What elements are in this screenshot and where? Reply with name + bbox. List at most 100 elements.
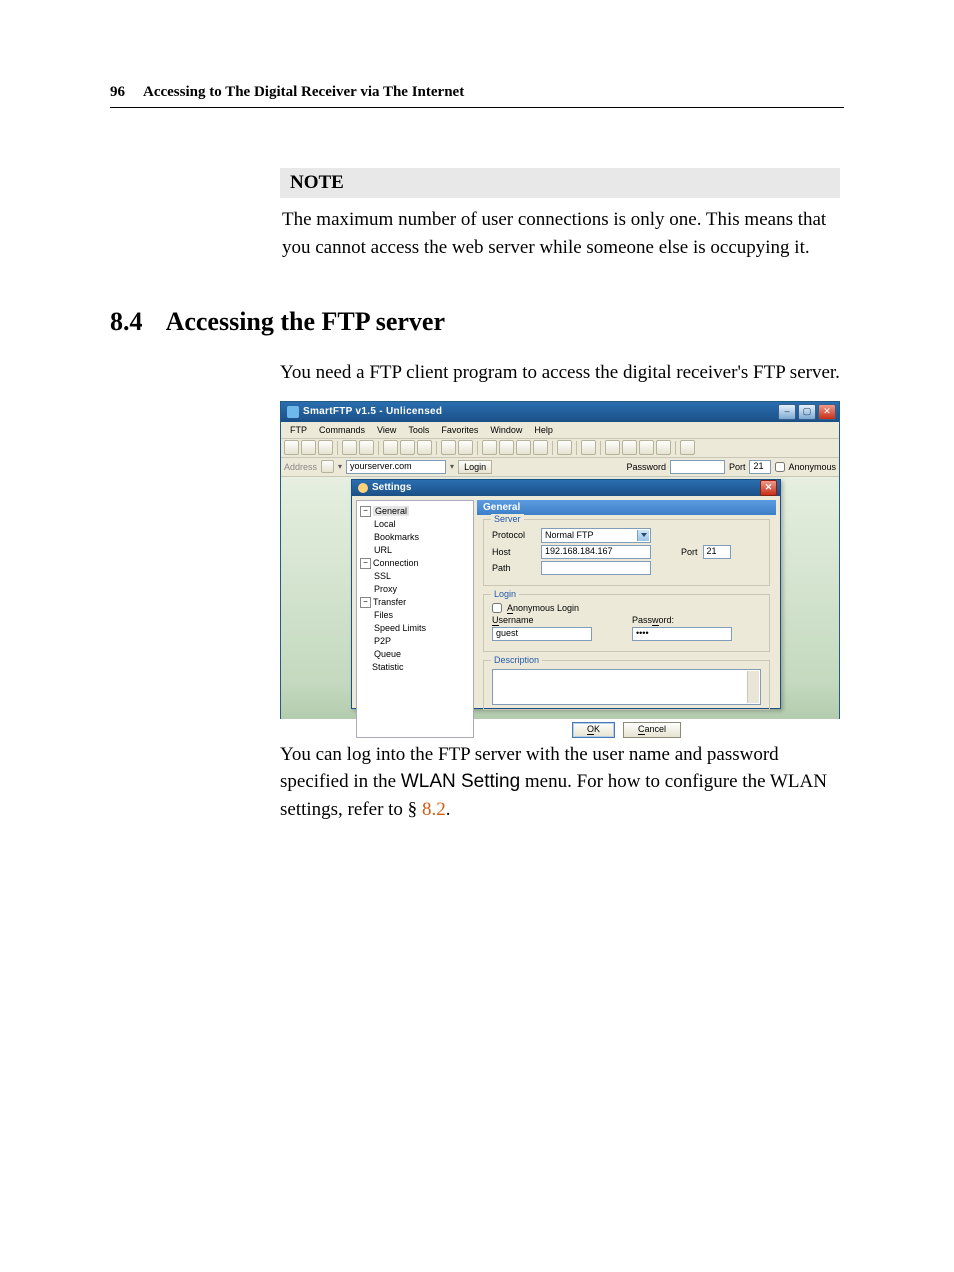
- anonymous-checkbox-input[interactable]: [775, 462, 785, 472]
- ftp-client-screenshot: SmartFTP v1.5 - Unlicensed – ▢ ✕ FTP Com…: [280, 401, 840, 719]
- ok-button[interactable]: OK: [572, 722, 615, 738]
- tree-label: SSL: [374, 571, 391, 581]
- tree-item[interactable]: SSL: [360, 570, 470, 583]
- toolbar-icon[interactable]: [639, 440, 654, 455]
- menu-view[interactable]: View: [377, 425, 396, 435]
- protocol-value: Normal FTP: [545, 530, 594, 540]
- login-legend: Login: [491, 589, 519, 599]
- tree-label: Proxy: [374, 584, 397, 594]
- password-input[interactable]: ••••: [632, 627, 732, 641]
- note-title: NOTE: [280, 168, 840, 198]
- settings-tree[interactable]: −GeneralLocalBookmarksURL−ConnectionSSLP…: [356, 500, 474, 738]
- anonymous-login-input[interactable]: [492, 603, 502, 613]
- toolbar-icon[interactable]: [557, 440, 572, 455]
- port-input[interactable]: 21: [749, 460, 771, 474]
- menu-tools[interactable]: Tools: [408, 425, 429, 435]
- cancel-button[interactable]: Cancel: [623, 722, 681, 738]
- chevron-down-icon[interactable]: ▾: [450, 462, 454, 471]
- protocol-select[interactable]: Normal FTP: [541, 528, 651, 543]
- tree-label: Bookmarks: [374, 532, 419, 542]
- toolbar-icon[interactable]: [656, 440, 671, 455]
- folder-icon[interactable]: [321, 460, 334, 473]
- login-button[interactable]: Login: [458, 460, 492, 474]
- toolbar-icon[interactable]: [499, 440, 514, 455]
- toolbar: [281, 439, 839, 458]
- menu-ftp[interactable]: FTP: [290, 425, 307, 435]
- chevron-down-icon[interactable]: ▾: [338, 462, 342, 471]
- tree-label: General: [373, 506, 409, 516]
- section-reference[interactable]: 8.2: [422, 799, 446, 820]
- close-button[interactable]: ✕: [818, 404, 836, 420]
- tree-item[interactable]: Files: [360, 609, 470, 622]
- menu-help[interactable]: Help: [534, 425, 553, 435]
- tree-item[interactable]: URL: [360, 544, 470, 557]
- toolbar-icon[interactable]: [482, 440, 497, 455]
- close-icon[interactable]: ✕: [760, 480, 777, 496]
- paragraph: You can log into the FTP server with the…: [280, 741, 840, 824]
- toolbar-icon[interactable]: [680, 440, 695, 455]
- toolbar-icon[interactable]: [458, 440, 473, 455]
- server-group: Server Protocol Normal FTP Host: [483, 519, 770, 586]
- tree-item[interactable]: Local: [360, 518, 470, 531]
- description-textarea[interactable]: [492, 669, 761, 705]
- menu-window[interactable]: Window: [490, 425, 522, 435]
- username-input[interactable]: guest: [492, 627, 592, 641]
- toolbar-icon[interactable]: [359, 440, 374, 455]
- tree-label: URL: [374, 545, 392, 555]
- toolbar-icon[interactable]: [318, 440, 333, 455]
- login-group: Login Anonymous Login Username Password:: [483, 594, 770, 652]
- tree-item[interactable]: Queue: [360, 648, 470, 661]
- toolbar-icon[interactable]: [516, 440, 531, 455]
- port-label: Port: [729, 462, 746, 472]
- toolbar-separator: [477, 441, 478, 455]
- minimize-button[interactable]: –: [778, 404, 796, 420]
- toolbar-icon[interactable]: [581, 440, 596, 455]
- host-input[interactable]: 192.168.184.167: [541, 545, 651, 559]
- note-block: NOTE The maximum number of user connecti…: [280, 168, 840, 261]
- panel-heading: General: [477, 500, 776, 515]
- toolbar-icon[interactable]: [605, 440, 620, 455]
- host-label: Host: [492, 547, 536, 557]
- tree-label: Statistic: [372, 662, 404, 672]
- app-titlebar: SmartFTP v1.5 - Unlicensed – ▢ ✕: [281, 402, 839, 422]
- app-icon: [287, 406, 299, 418]
- anonymous-login-checkbox[interactable]: Anonymous Login: [492, 603, 761, 613]
- anonymous-checkbox[interactable]: Anonymous: [775, 462, 836, 472]
- settings-title: Settings: [372, 482, 760, 493]
- toolbar-separator: [600, 441, 601, 455]
- path-input[interactable]: [541, 561, 651, 575]
- toolbar-icon[interactable]: [622, 440, 637, 455]
- tree-item[interactable]: Bookmarks: [360, 531, 470, 544]
- address-input[interactable]: yourserver.com: [346, 460, 446, 474]
- tree-label: Files: [374, 610, 393, 620]
- tree-expand-icon[interactable]: −: [360, 597, 371, 608]
- toolbar-icon[interactable]: [400, 440, 415, 455]
- tree-item[interactable]: Speed Limits: [360, 622, 470, 635]
- tree-item[interactable]: Statistic: [360, 661, 470, 674]
- toolbar-icon[interactable]: [301, 440, 316, 455]
- menu-favorites[interactable]: Favorites: [441, 425, 478, 435]
- main-area: Settings ✕ −GeneralLocalBookmarksURL−Con…: [281, 477, 839, 719]
- toolbar-separator: [576, 441, 577, 455]
- tree-item[interactable]: −General: [360, 505, 470, 518]
- toolbar-icon[interactable]: [417, 440, 432, 455]
- toolbar-icon[interactable]: [533, 440, 548, 455]
- scrollbar[interactable]: [747, 671, 759, 703]
- dialog-buttons: OK Cancel: [477, 722, 776, 738]
- tree-item[interactable]: −Transfer: [360, 596, 470, 609]
- tree-expand-icon[interactable]: −: [360, 506, 371, 517]
- toolbar-icon[interactable]: [284, 440, 299, 455]
- tree-label: Local: [374, 519, 396, 529]
- toolbar-icon[interactable]: [441, 440, 456, 455]
- tree-item[interactable]: P2P: [360, 635, 470, 648]
- tree-item[interactable]: Proxy: [360, 583, 470, 596]
- toolbar-icon[interactable]: [383, 440, 398, 455]
- menu-commands[interactable]: Commands: [319, 425, 365, 435]
- toolbar-icon[interactable]: [342, 440, 357, 455]
- password-input[interactable]: [670, 460, 725, 474]
- tree-item[interactable]: −Connection: [360, 557, 470, 570]
- password-label: Password: [626, 462, 666, 472]
- maximize-button[interactable]: ▢: [798, 404, 816, 420]
- port-input[interactable]: 21: [703, 545, 731, 559]
- tree-expand-icon[interactable]: −: [360, 558, 371, 569]
